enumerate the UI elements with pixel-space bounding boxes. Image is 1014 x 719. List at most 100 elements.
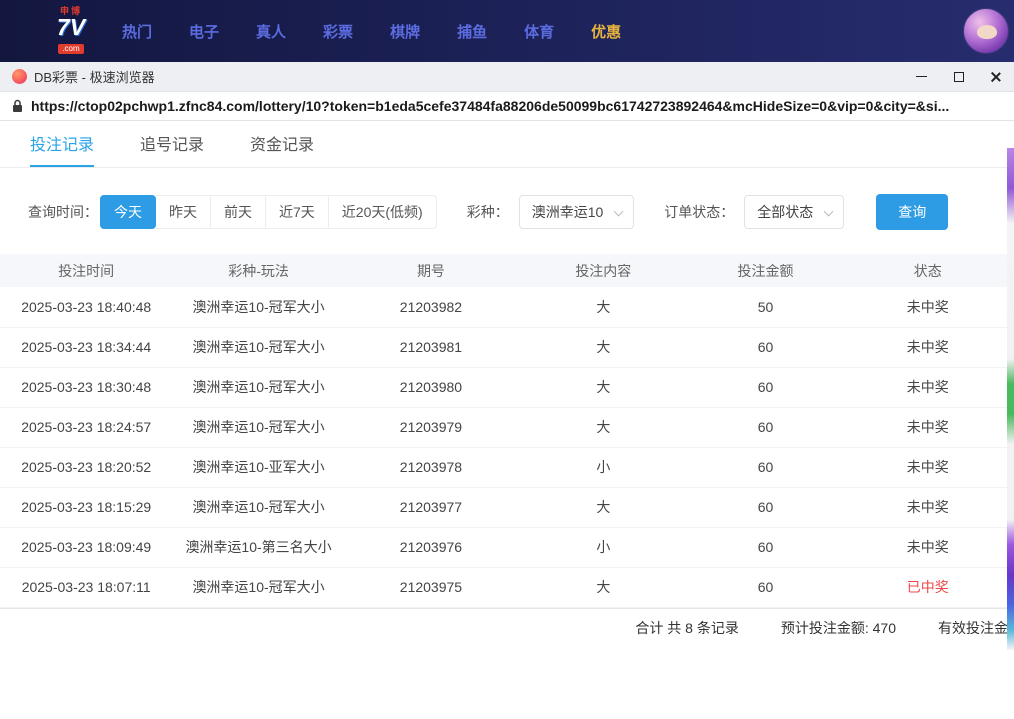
url-bar[interactable]: https://ctop02pchwp1.zfnc84.com/lottery/…: [0, 92, 1014, 121]
cell-bet-amount: 60: [690, 447, 842, 487]
top-nav: 热门 电子 真人 彩票 棋牌 捕鱼 体育 优惠: [122, 21, 621, 42]
column-header: 投注金额: [690, 254, 842, 287]
cell-bet-amount: 60: [690, 407, 842, 447]
chevron-down-icon: [824, 207, 834, 217]
chevron-down-icon: [614, 207, 624, 217]
maximize-icon: [954, 72, 964, 82]
bet-records-table: 投注时间彩种-玩法期号投注内容投注金额状态 2025-03-23 18:40:4…: [0, 254, 1014, 608]
time-filter-option[interactable]: 近7天: [266, 195, 329, 229]
nav-item[interactable]: 电子: [189, 21, 219, 42]
summary-total: 合计 共 8 条记录: [635, 618, 738, 638]
cell-bet-content: 大: [517, 487, 689, 527]
url-text: https://ctop02pchwp1.zfnc84.com/lottery/…: [31, 98, 949, 114]
lobby-topbar: 申博 7V .com 热门 电子 真人 彩票 棋牌 捕鱼 体育 优惠: [0, 0, 1014, 62]
close-button[interactable]: [977, 62, 1014, 91]
cell-status: 已中奖: [842, 567, 1014, 607]
nav-item[interactable]: 优惠: [591, 21, 621, 42]
table-header-row: 投注时间彩种-玩法期号投注内容投注金额状态: [0, 254, 1014, 287]
cell-issue: 21203976: [345, 527, 517, 567]
cell-bet-content: 大: [517, 407, 689, 447]
cell-bet-content: 小: [517, 447, 689, 487]
cell-issue: 21203982: [345, 287, 517, 327]
table-row: 2025-03-23 18:34:44澳洲幸运10-冠军大小21203981大6…: [0, 327, 1014, 367]
logo-main-text: 7V: [46, 16, 96, 39]
search-button[interactable]: 查询: [876, 194, 948, 230]
cell-game-play: 澳洲幸运10-冠军大小: [172, 567, 344, 607]
status-filter-label: 订单状态：: [664, 202, 734, 222]
logo-com-text: .com: [58, 44, 83, 54]
time-filter-option[interactable]: 昨天: [156, 195, 211, 229]
cell-status: 未中奖: [842, 487, 1014, 527]
record-tabs: 投注记录 追号记录 资金记录: [0, 121, 1014, 168]
cell-bet-time: 2025-03-23 18:07:11: [0, 567, 172, 607]
tab-bet-records[interactable]: 投注记录: [30, 121, 94, 167]
cell-issue: 21203979: [345, 407, 517, 447]
summary-valid-amount: 有效投注金额: [938, 618, 1014, 638]
summary-bar: 合计 共 8 条记录 预计投注金额: 470 有效投注金额: [0, 608, 1014, 648]
tab-chase-records[interactable]: 追号记录: [140, 121, 204, 167]
cell-bet-time: 2025-03-23 18:40:48: [0, 287, 172, 327]
cell-bet-time: 2025-03-23 18:20:52: [0, 447, 172, 487]
cell-bet-time: 2025-03-23 18:30:48: [0, 367, 172, 407]
lottery-select-value: 澳洲幸运10: [532, 204, 604, 220]
cell-game-play: 澳洲幸运10-冠军大小: [172, 407, 344, 447]
lock-icon: [12, 99, 23, 113]
minimize-button[interactable]: [903, 62, 940, 91]
cell-status: 未中奖: [842, 367, 1014, 407]
time-filter-label: 查询时间：: [28, 202, 98, 222]
time-filter-option[interactable]: 今天: [100, 195, 156, 229]
cell-game-play: 澳洲幸运10-冠军大小: [172, 367, 344, 407]
cell-bet-content: 大: [517, 367, 689, 407]
nav-item[interactable]: 体育: [524, 21, 554, 42]
cell-issue: 21203975: [345, 567, 517, 607]
browser-titlebar: DB彩票 - 极速浏览器: [0, 62, 1014, 92]
table-row: 2025-03-23 18:20:52澳洲幸运10-亚军大小21203978小6…: [0, 447, 1014, 487]
cell-issue: 21203978: [345, 447, 517, 487]
desktop-wallpaper-strip: [1007, 148, 1014, 650]
cell-status: 未中奖: [842, 327, 1014, 367]
cell-bet-time: 2025-03-23 18:09:49: [0, 527, 172, 567]
maximize-button[interactable]: [940, 62, 977, 91]
column-header: 状态: [842, 254, 1014, 287]
page-content: 投注记录 追号记录 资金记录 查询时间： 今天昨天前天近7天近20天(低频) 彩…: [0, 121, 1014, 648]
cell-bet-content: 小: [517, 527, 689, 567]
cell-game-play: 澳洲幸运10-冠军大小: [172, 487, 344, 527]
close-icon: [990, 71, 1002, 83]
lottery-filter-label: 彩种：: [467, 202, 509, 222]
filter-bar: 查询时间： 今天昨天前天近7天近20天(低频) 彩种： 澳洲幸运10 订单状态：…: [28, 194, 986, 230]
cell-game-play: 澳洲幸运10-冠军大小: [172, 327, 344, 367]
cell-status: 未中奖: [842, 447, 1014, 487]
time-filter-group: 今天昨天前天近7天近20天(低频): [100, 195, 437, 229]
table-row: 2025-03-23 18:15:29澳洲幸运10-冠军大小21203977大6…: [0, 487, 1014, 527]
tab-fund-records[interactable]: 资金记录: [250, 121, 314, 167]
nav-item[interactable]: 彩票: [323, 21, 353, 42]
nav-item[interactable]: 真人: [256, 21, 286, 42]
cell-bet-amount: 50: [690, 287, 842, 327]
cell-bet-amount: 60: [690, 567, 842, 607]
cell-bet-amount: 60: [690, 487, 842, 527]
time-filter-option[interactable]: 前天: [211, 195, 266, 229]
column-header: 期号: [345, 254, 517, 287]
summary-expected-amount: 预计投注金额: 470: [781, 618, 896, 638]
table-row: 2025-03-23 18:09:49澳洲幸运10-第三名大小21203976小…: [0, 527, 1014, 567]
cell-issue: 21203977: [345, 487, 517, 527]
order-status-select[interactable]: 全部状态: [744, 195, 844, 229]
cell-bet-amount: 60: [690, 367, 842, 407]
cell-bet-content: 大: [517, 287, 689, 327]
nav-item[interactable]: 棋牌: [390, 21, 420, 42]
cell-status: 未中奖: [842, 407, 1014, 447]
cell-bet-time: 2025-03-23 18:34:44: [0, 327, 172, 367]
user-avatar[interactable]: [963, 8, 1009, 54]
cell-game-play: 澳洲幸运10-冠军大小: [172, 287, 344, 327]
nav-item[interactable]: 捕鱼: [457, 21, 487, 42]
brand-logo[interactable]: 申博 7V .com: [46, 7, 96, 55]
cell-bet-content: 大: [517, 327, 689, 367]
table-row: 2025-03-23 18:24:57澳洲幸运10-冠军大小21203979大6…: [0, 407, 1014, 447]
cell-status: 未中奖: [842, 527, 1014, 567]
time-filter-option[interactable]: 近20天(低频): [329, 195, 437, 229]
lottery-select[interactable]: 澳洲幸运10: [519, 195, 635, 229]
nav-item[interactable]: 热门: [122, 21, 152, 42]
cell-bet-amount: 60: [690, 327, 842, 367]
status-select-value: 全部状态: [757, 204, 813, 220]
column-header: 投注时间: [0, 254, 172, 287]
